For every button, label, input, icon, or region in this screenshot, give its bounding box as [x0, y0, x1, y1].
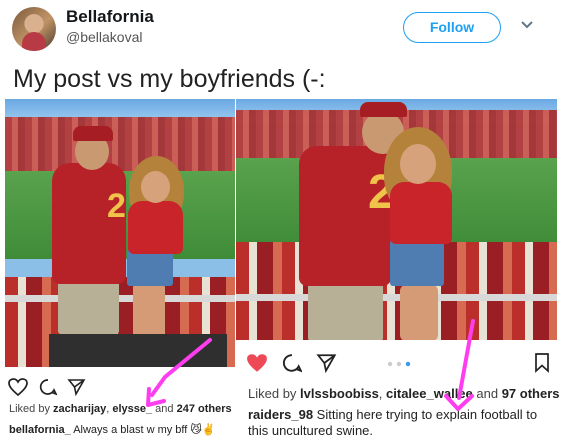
woman-top	[128, 201, 183, 254]
caption-user[interactable]: bellafornia_	[9, 424, 71, 436]
avatar[interactable]	[12, 7, 56, 51]
woman-legs	[133, 282, 165, 342]
liked-user[interactable]: lvlssboobiss	[300, 386, 379, 401]
woman-shorts	[127, 249, 173, 286]
man-pants	[58, 279, 119, 334]
heart-icon[interactable]	[8, 378, 28, 396]
liked-count[interactable]: 97 others	[502, 386, 560, 401]
display-name[interactable]: Bellafornia	[66, 7, 154, 27]
woman-shorts	[390, 240, 444, 286]
liked-user[interactable]: zacharijay	[53, 403, 106, 415]
carousel-dots-icon	[387, 361, 411, 367]
railing	[5, 295, 235, 302]
woman-head	[141, 171, 170, 203]
right-arrow-annotation	[444, 319, 475, 411]
caption-user[interactable]: raiders_98	[248, 407, 313, 422]
follow-button[interactable]: Follow	[403, 12, 501, 43]
share-icon[interactable]	[67, 378, 86, 396]
woman-top	[390, 182, 452, 244]
man-cap	[360, 102, 407, 117]
woman-legs	[400, 285, 438, 340]
woman-head	[400, 144, 436, 184]
user-handle[interactable]: @bellakoval	[66, 29, 142, 45]
man-cap	[73, 126, 113, 141]
caption-text: Always a blast w my bff 😼✌️	[70, 424, 216, 436]
heart-filled-icon[interactable]	[246, 353, 268, 373]
comment-icon[interactable]	[39, 378, 57, 396]
bookmark-icon[interactable]	[534, 352, 550, 373]
railing	[236, 294, 557, 301]
tweet-header: Bellafornia @bellakoval Follow	[0, 0, 564, 60]
left-post-photo[interactable]: 2	[5, 99, 235, 367]
jersey-number: 2	[107, 187, 126, 225]
liked-sep: ,	[378, 386, 387, 401]
tweet-text: My post vs my boyfriends (-:	[13, 65, 326, 93]
right-caption: raiders_98 Sitting here trying to explai…	[248, 407, 548, 439]
liked-prefix: Liked by	[9, 403, 54, 415]
share-icon[interactable]	[316, 353, 337, 373]
comment-icon[interactable]	[282, 353, 302, 373]
left-caption: bellafornia_ Always a blast w my bff 😼✌️	[9, 423, 216, 436]
right-post-photo[interactable]: 2	[236, 99, 557, 340]
left-arrow-annotation	[146, 338, 212, 407]
right-likes: Liked by lvlssboobiss, citalee_wallee an…	[248, 386, 560, 401]
stadium-stands	[5, 117, 235, 175]
man-pants	[308, 281, 383, 340]
chevron-down-icon[interactable]	[518, 16, 536, 34]
liked-prefix: Liked by	[248, 386, 301, 401]
